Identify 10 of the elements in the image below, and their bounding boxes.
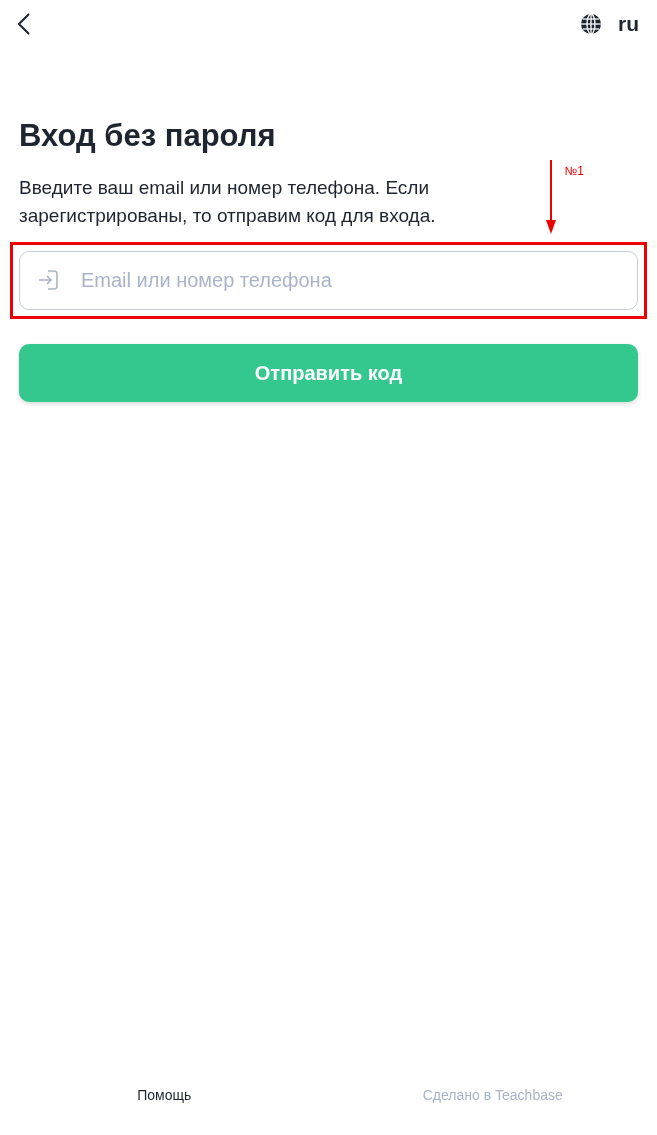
email-field[interactable]: Email или номер телефона [19,251,638,310]
description-text: Введите ваш email или номер телефона. Если зарегистрированы, то отправим код для входа. [19,176,437,228]
back-icon [18,13,30,35]
help-link[interactable]: Помощь [0,1087,329,1103]
annotation-label: №1 [564,164,584,178]
globe-icon [580,13,602,35]
language-button[interactable]: ru [580,12,639,36]
credit-text: Сделано в Teachbase [421,1087,564,1103]
page-title: Вход без пароля [19,117,277,155]
sign-in-icon [36,268,60,292]
